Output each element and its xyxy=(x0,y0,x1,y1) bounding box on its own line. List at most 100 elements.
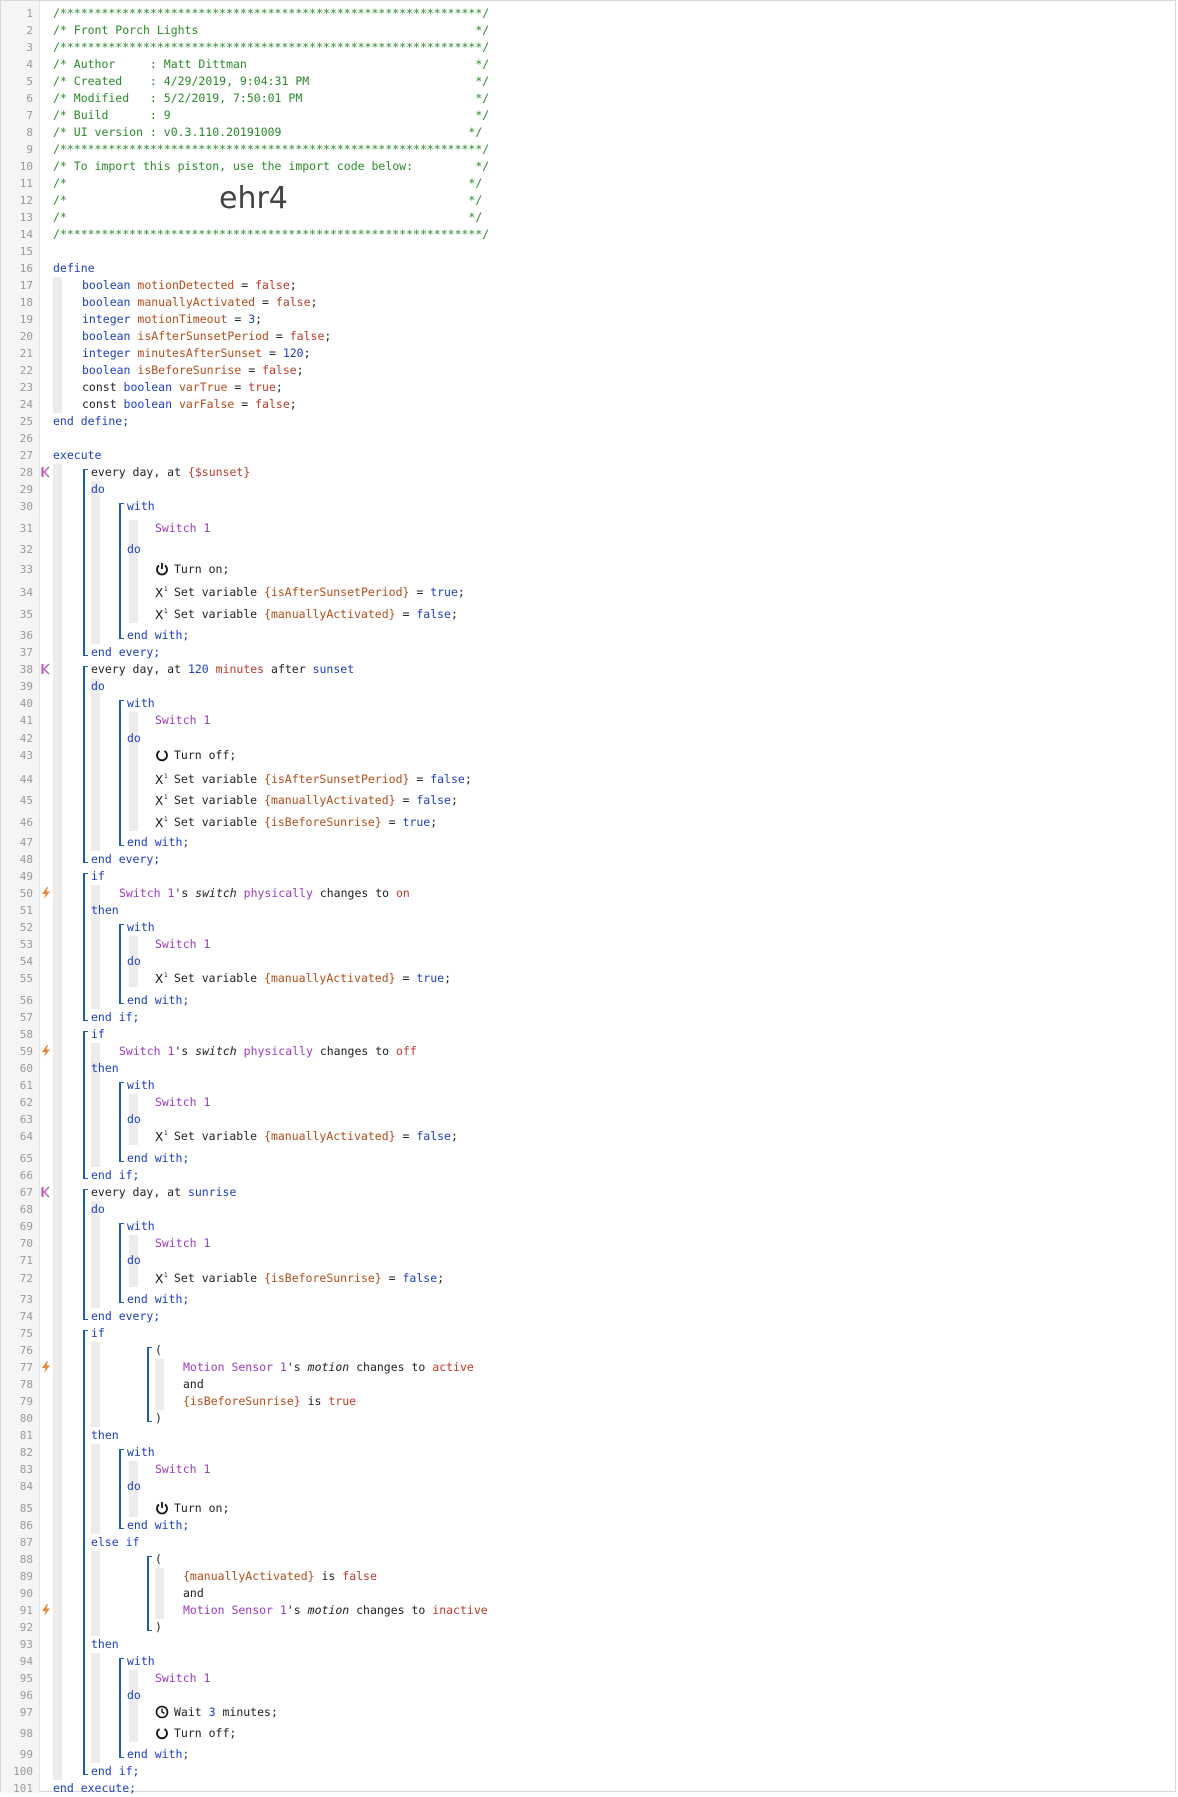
variable-declaration[interactable]: boolean manuallyActivated = false; xyxy=(82,294,317,311)
if-block xyxy=(83,873,88,1021)
end-every: end every; xyxy=(91,1308,160,1325)
line-number: 24 xyxy=(19,398,33,411)
line-number: 12 xyxy=(19,194,33,207)
value: true xyxy=(402,815,431,829)
line-number: 40 xyxy=(19,697,33,710)
code-token: do xyxy=(127,954,141,968)
code-token: after xyxy=(264,662,313,676)
state-value: off xyxy=(396,1044,417,1058)
line-number: 82 xyxy=(19,1446,33,1459)
then-keyword: then xyxy=(91,902,119,919)
device-name: Switch 1 xyxy=(155,1671,211,1685)
code-token: end execute; xyxy=(53,1781,137,1795)
line-number: 31 xyxy=(19,522,33,535)
semicolon: ; xyxy=(450,1129,458,1143)
line-number: 55 xyxy=(19,972,33,985)
semicolon: ; xyxy=(275,380,283,394)
code-token: end every; xyxy=(91,645,161,659)
line-number: 37 xyxy=(19,646,33,659)
set-variable-statement: Set variable {isAfterSunsetPeriod} = tru… xyxy=(174,584,465,601)
condition[interactable]: Switch 1's switch physically changes to … xyxy=(119,885,410,902)
with-block xyxy=(119,1449,124,1529)
line-number: 9 xyxy=(26,143,33,156)
code-token: if xyxy=(91,1326,105,1340)
do-keyword: do xyxy=(127,953,141,970)
device-name: Switch 1 xyxy=(155,1236,211,1250)
line-number: 84 xyxy=(19,1480,33,1493)
code-token: do xyxy=(127,1479,141,1493)
var-type: integer xyxy=(82,346,131,360)
end-with: end with; xyxy=(127,1150,189,1167)
timer-trigger-icon[interactable] xyxy=(41,466,51,478)
state-value: active xyxy=(432,1360,474,1374)
end-with: end with; xyxy=(127,1746,189,1763)
variable-icon: X1 xyxy=(155,1129,169,1144)
attribute: switch xyxy=(195,886,237,900)
semicolon: ; xyxy=(457,585,465,599)
variable-icon: X1 xyxy=(155,772,169,787)
lightning-trigger-icon[interactable] xyxy=(41,1045,51,1057)
value: true xyxy=(430,585,458,599)
semicolon: ; xyxy=(437,1271,445,1285)
timer-trigger-icon[interactable] xyxy=(41,1186,51,1198)
var-name: manuallyActivated xyxy=(137,295,256,309)
variable-declaration[interactable]: boolean isBeforeSunrise = false; xyxy=(82,362,304,379)
variable-declaration[interactable]: integer motionTimeout = 3; xyxy=(82,311,262,328)
svg-text:1: 1 xyxy=(164,816,168,823)
assign-op: = xyxy=(395,607,417,621)
line-number: 93 xyxy=(19,1638,33,1651)
header-border: /***************************************… xyxy=(53,39,489,56)
end-define: end define; xyxy=(53,413,129,430)
set-variable-statement: Set variable {isBeforeSunrise} = true; xyxy=(174,814,437,831)
clock-icon xyxy=(155,1705,169,1719)
condition[interactable]: Switch 1's switch physically changes to … xyxy=(119,1043,417,1060)
changes-to: changes to xyxy=(312,1044,396,1058)
svg-text:1: 1 xyxy=(164,586,168,593)
line-number: 2 xyxy=(26,24,33,37)
variable-declaration[interactable]: const boolean varFalse = false; xyxy=(82,396,297,413)
lightning-trigger-icon[interactable] xyxy=(41,1604,51,1616)
attribute: motion xyxy=(307,1603,350,1617)
code-token: end every; xyxy=(91,1309,161,1323)
variable-declaration[interactable]: boolean isAfterSunsetPeriod = false; xyxy=(82,328,331,345)
code-token: minutes; xyxy=(215,1705,278,1719)
code-token: Turn on; xyxy=(174,562,230,576)
line-number: 13 xyxy=(19,211,33,224)
variable-declaration[interactable]: integer minutesAfterSunset = 120; xyxy=(82,345,311,362)
value: false xyxy=(416,793,451,807)
variable-ref: {manuallyActivated} xyxy=(264,607,396,621)
timer-trigger-icon[interactable] xyxy=(41,663,51,675)
variable-declaration[interactable]: boolean motionDetected = false; xyxy=(82,277,297,294)
line-number: 57 xyxy=(19,1011,33,1024)
execute-keyword: execute xyxy=(53,447,101,464)
code-token: do xyxy=(91,482,105,496)
created-line: /* Created : 4/29/2019, 9:04:31 PM */ xyxy=(53,73,489,90)
device-line: Switch 1 xyxy=(155,1670,210,1687)
device-name: Switch 1 xyxy=(155,937,211,951)
variable-icon: X1 xyxy=(155,585,169,600)
lightning-trigger-icon[interactable] xyxy=(41,887,51,899)
variable-declaration[interactable]: const boolean varTrue = true; xyxy=(82,379,283,396)
physically: physically xyxy=(243,886,313,900)
end-every: end every; xyxy=(91,644,160,661)
line-number: 32 xyxy=(19,543,33,556)
code-token: end with; xyxy=(127,1151,190,1165)
set-variable: Set variable xyxy=(174,607,265,621)
changes-to: changes to xyxy=(349,1360,433,1374)
line-number: 20 xyxy=(19,330,33,343)
svg-text:1: 1 xyxy=(164,794,168,801)
end-with: end with; xyxy=(127,1517,189,1534)
line-number: 60 xyxy=(19,1062,33,1075)
code-token: execute xyxy=(53,448,102,462)
end-with: end with; xyxy=(127,627,189,644)
with-keyword: with xyxy=(127,1444,155,1461)
code-token: /* Created : 4/29/2019, 9:04:31 PM */ xyxy=(53,74,490,88)
set-variable-statement: Set variable {manuallyActivated} = false… xyxy=(174,792,458,809)
lightning-trigger-icon[interactable] xyxy=(41,1361,51,1373)
state-value: inactive xyxy=(432,1603,488,1617)
code-token: end if; xyxy=(91,1764,140,1778)
set-variable: Set variable xyxy=(174,971,265,985)
code-token: Turn off; xyxy=(174,1726,237,1740)
